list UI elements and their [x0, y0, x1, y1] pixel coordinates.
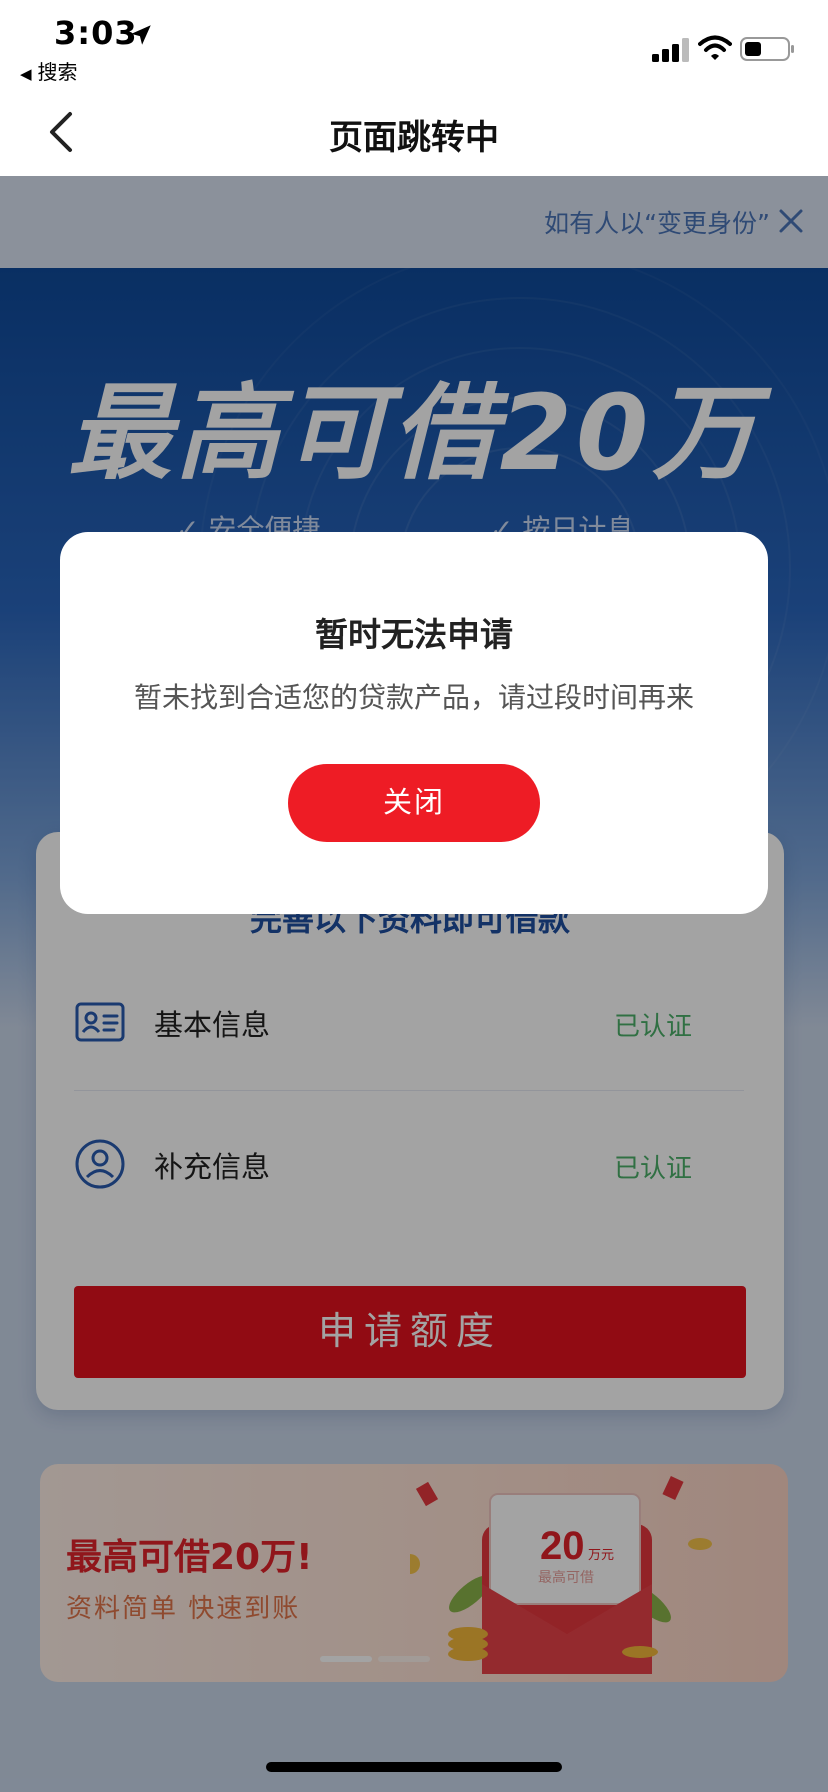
back-triangle-icon: ◀: [20, 65, 32, 83]
wifi-icon: [698, 35, 732, 60]
page-title: 页面跳转中: [329, 118, 499, 158]
close-button[interactable]: 关闭: [288, 764, 540, 842]
status-time: 3:03: [54, 14, 138, 52]
signal-icon: [652, 38, 689, 62]
back-app-label: 搜索: [37, 60, 78, 84]
home-indicator[interactable]: [266, 1762, 562, 1772]
dialog-message: 暂未找到合适您的贷款产品，请过段时间再来: [133, 681, 694, 714]
modal-overlay[interactable]: [0, 176, 828, 1792]
dialog-title: 暂时无法申请: [315, 615, 513, 654]
battery-icon: [740, 37, 794, 61]
error-dialog: 暂时无法申请 暂未找到合适您的贷款产品，请过段时间再来 关闭: [60, 532, 768, 914]
status-bar: 3:03 ◀ 搜索: [0, 0, 828, 90]
back-to-app-link[interactable]: ◀ 搜索: [20, 56, 78, 85]
navigation-bar: 页面跳转中: [0, 90, 828, 176]
location-arrow-icon: [131, 25, 151, 45]
